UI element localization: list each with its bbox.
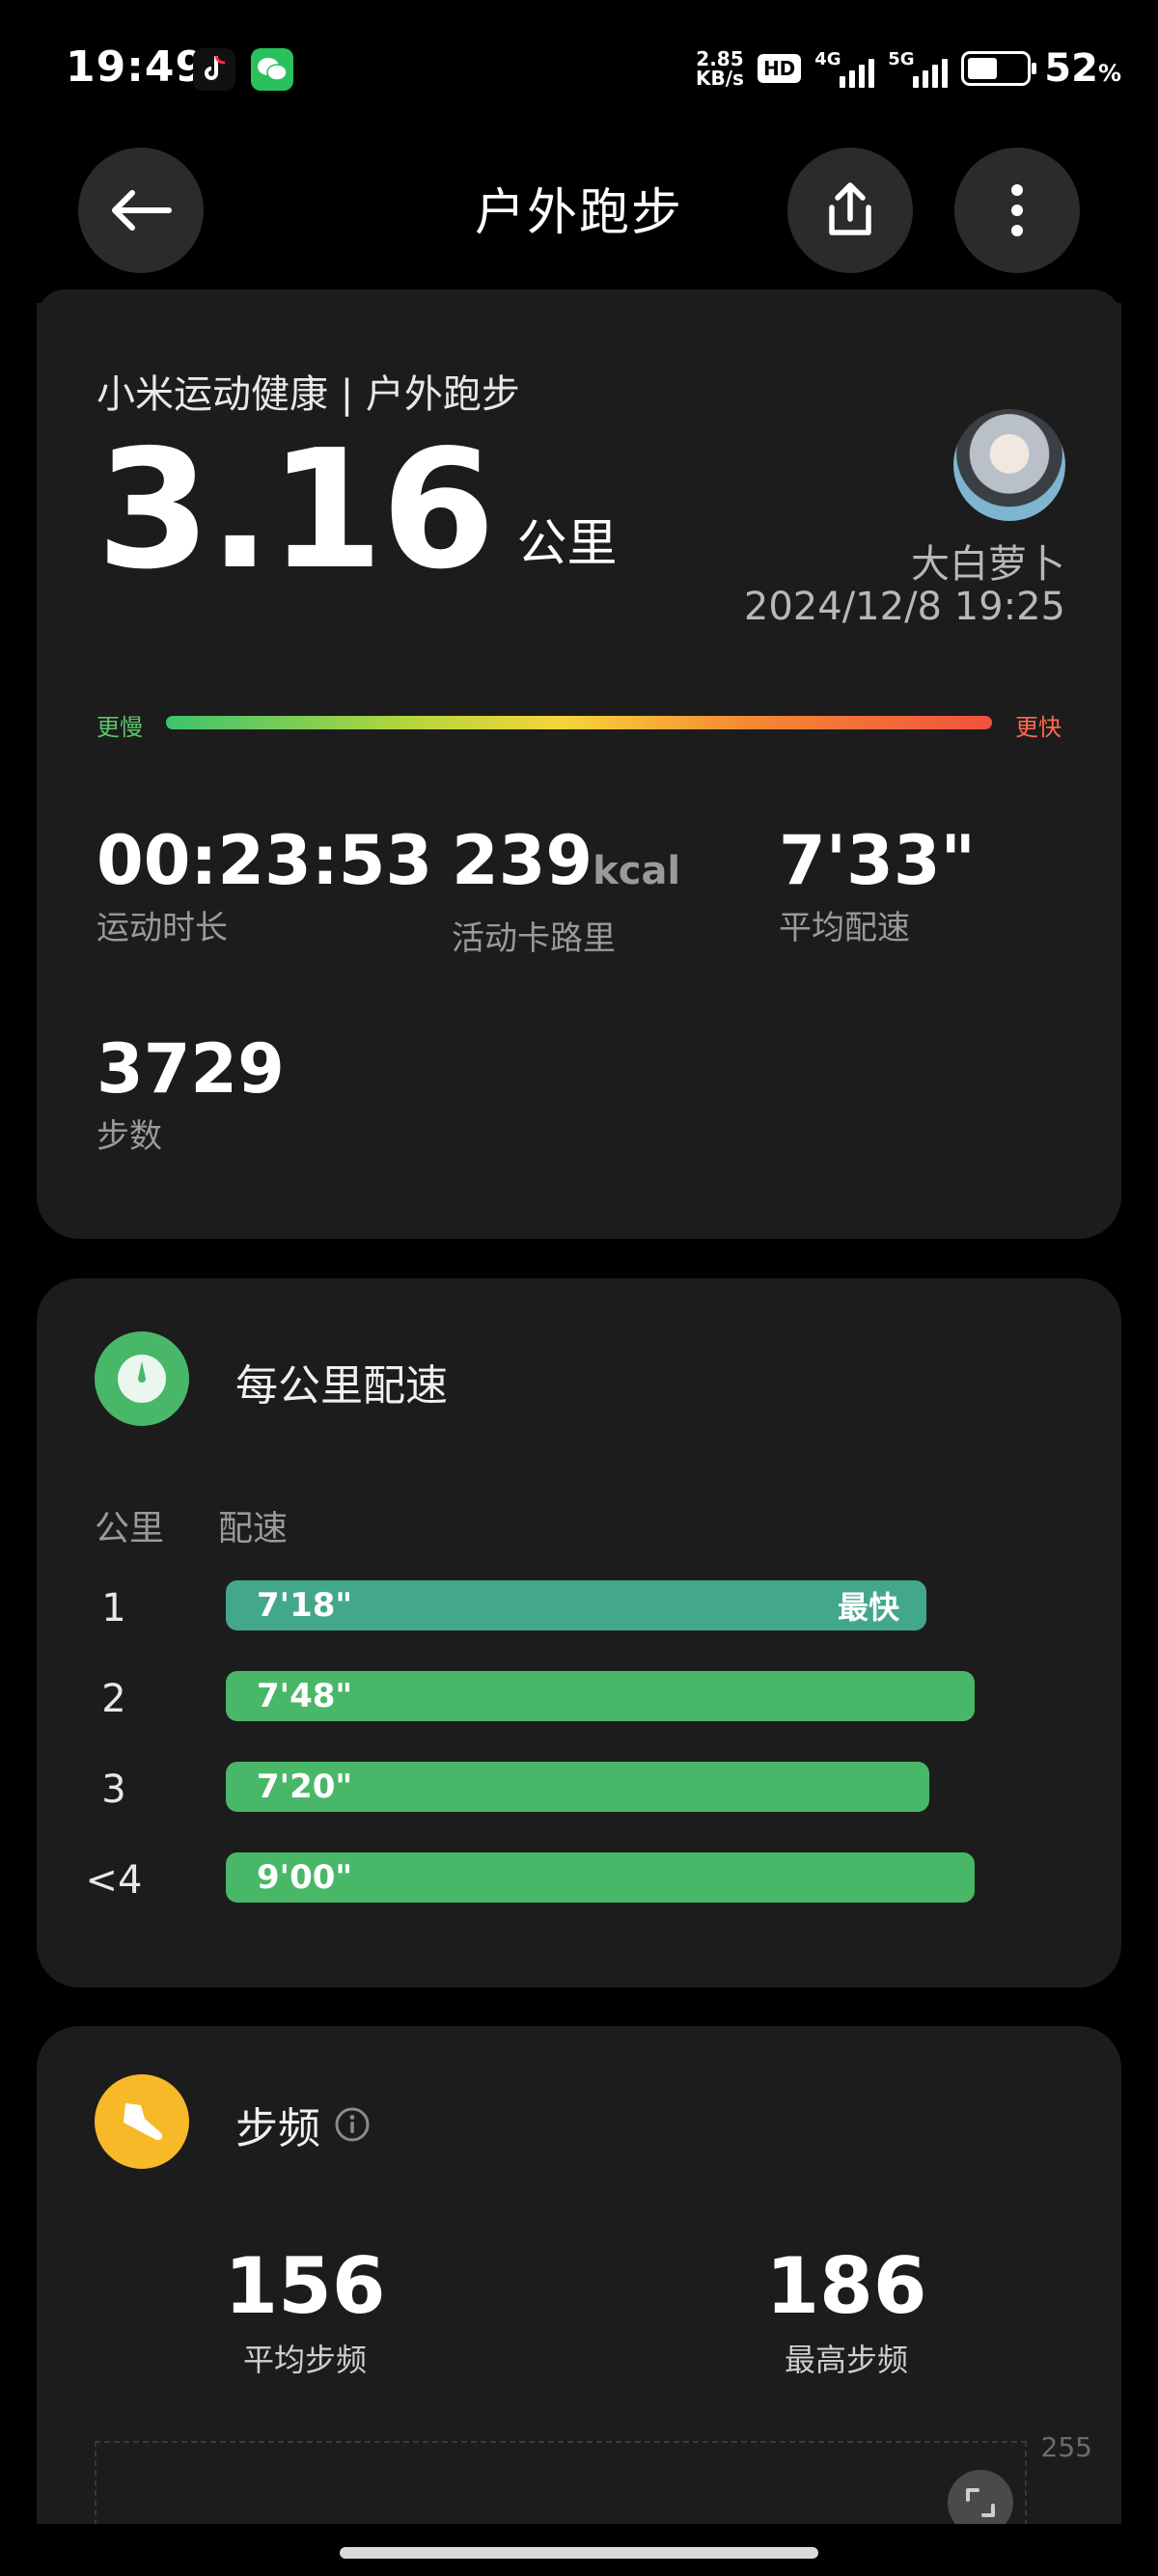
speed-fast-label: 更快 <box>1015 714 1062 741</box>
distance: 3.16 公里 <box>96 428 617 592</box>
chart-max-label: 255 <box>1040 2431 1092 2463</box>
stopwatch-icon <box>95 1331 189 1426</box>
steps-label: 步数 <box>96 1117 162 1156</box>
share-icon <box>829 182 871 235</box>
status-bar: 19:49 2.85 KB/s HD 4G 5G 52% <box>0 0 1158 135</box>
avatar[interactable] <box>953 409 1065 521</box>
stat-calories: 239kcal 活动卡路里 <box>452 824 680 959</box>
distance-unit: 公里 <box>516 515 618 573</box>
fastest-badge: 最快 <box>837 1589 899 1626</box>
wechat-icon <box>251 48 293 91</box>
duration-label: 运动时长 <box>96 909 228 947</box>
pace-time: 7'48" <box>257 1677 353 1715</box>
cadence-title-row: 步频 <box>235 2094 371 2155</box>
pace-time: 7'20" <box>257 1768 353 1806</box>
sim2-signal-icon: 5G <box>888 49 949 88</box>
stat-duration: 00:23:53 运动时长 <box>96 824 432 948</box>
pace-bar: 9'00" <box>226 1852 975 1903</box>
steps-value: 3729 <box>96 1029 285 1109</box>
column-pace-header: 配速 <box>218 1509 289 1548</box>
more-vertical-icon <box>1011 184 1023 236</box>
workout-source: 小米运动健康 | 户外跑步 <box>96 372 520 417</box>
avg-cadence-label: 平均步频 <box>242 2342 367 2378</box>
pace-bar: 7'20" <box>226 1762 929 1812</box>
stat-steps: 3729 步数 <box>96 1032 285 1157</box>
battery-percent: 52% <box>1044 46 1121 91</box>
workout-datetime: 2024/12/8 19:25 <box>743 585 1065 629</box>
max-cadence-value: 186 <box>765 2241 927 2331</box>
max-cadence-label: 最高步频 <box>784 2342 908 2378</box>
calories: 239kcal <box>452 824 680 908</box>
hd-badge: HD <box>757 54 802 83</box>
distance-value: 3.16 <box>96 415 495 606</box>
pace-bar: 7'18" 最快 <box>226 1580 926 1631</box>
net-speed-unit: KB/s <box>695 67 744 90</box>
pace-row: 3 7'20" <box>37 1762 1121 1816</box>
avg-pace-value: 7'33" <box>779 821 977 900</box>
avg-cadence-value: 156 <box>224 2241 386 2331</box>
pace-km: 2 <box>101 1677 126 1721</box>
pace-time: 9'00" <box>257 1858 353 1897</box>
calories-value: 239 <box>452 821 593 900</box>
net-speed: 2.85 KB/s <box>696 49 744 88</box>
top-app-bar: 户外跑步 <box>0 135 1158 305</box>
net-speed-value: 2.85 <box>696 47 744 70</box>
max-cadence: 186 最高步频 <box>731 2243 962 2380</box>
info-icon[interactable] <box>334 2106 371 2143</box>
pace-km: 3 <box>101 1768 126 1812</box>
column-km-header: 公里 <box>95 1509 165 1548</box>
username: 大白萝卜 <box>911 542 1065 587</box>
summary-card: 小米运动健康 | 户外跑步 3.16 公里 大白萝卜 2024/12/8 19:… <box>37 289 1121 1239</box>
calories-label: 活动卡路里 <box>452 919 616 958</box>
battery-level <box>968 58 998 79</box>
navigation-bar <box>0 2524 1158 2576</box>
expand-icon <box>966 2488 995 2517</box>
tiktok-icon <box>193 48 235 91</box>
pace-km: 1 <box>101 1586 126 1631</box>
avg-cadence: 156 平均步频 <box>189 2243 421 2380</box>
pace-row: <4 9'00" <box>37 1852 1121 1906</box>
cadence-card-title: 步频 <box>235 2104 320 2153</box>
pace-per-km-card[interactable]: 每公里配速 公里 配速 1 7'18" 最快 2 7'48" 3 7'20" <… <box>37 1278 1121 1987</box>
home-indicator[interactable] <box>340 2547 818 2559</box>
pace-km: <4 <box>85 1858 143 1903</box>
battery-icon <box>961 51 1037 86</box>
calories-unit: kcal <box>593 849 681 893</box>
sim1-signal-icon: 4G <box>814 49 875 88</box>
share-button[interactable] <box>787 148 913 273</box>
speed-gradient-bar <box>166 716 992 729</box>
stat-avg-pace: 7'33" 平均配速 <box>779 824 976 948</box>
pace-time: 7'18" <box>257 1586 353 1625</box>
speed-legend: 更慢 更快 <box>96 704 1062 743</box>
avg-pace-label: 平均配速 <box>779 909 910 947</box>
shoe-icon <box>95 2074 189 2169</box>
more-button[interactable] <box>954 148 1080 273</box>
pace-row: 1 7'18" 最快 <box>37 1580 1121 1634</box>
sim2-network: 5G <box>888 49 915 69</box>
status-right: 2.85 KB/s HD 4G 5G 52% <box>696 44 1121 93</box>
pace-card-title: 每公里配速 <box>235 1361 448 1411</box>
cadence-card[interactable]: 步频 156 平均步频 186 最高步频 255 <box>37 2026 1121 2576</box>
sim1-network: 4G <box>814 49 841 69</box>
pace-bar: 7'48" <box>226 1671 975 1721</box>
speed-slow-label: 更慢 <box>96 714 143 741</box>
battery-percent-value: 52 <box>1044 46 1098 91</box>
status-time: 19:49 <box>66 42 207 92</box>
pace-row: 2 7'48" <box>37 1671 1121 1725</box>
battery-percent-symbol: % <box>1097 60 1121 87</box>
duration-value: 00:23:53 <box>96 821 433 900</box>
